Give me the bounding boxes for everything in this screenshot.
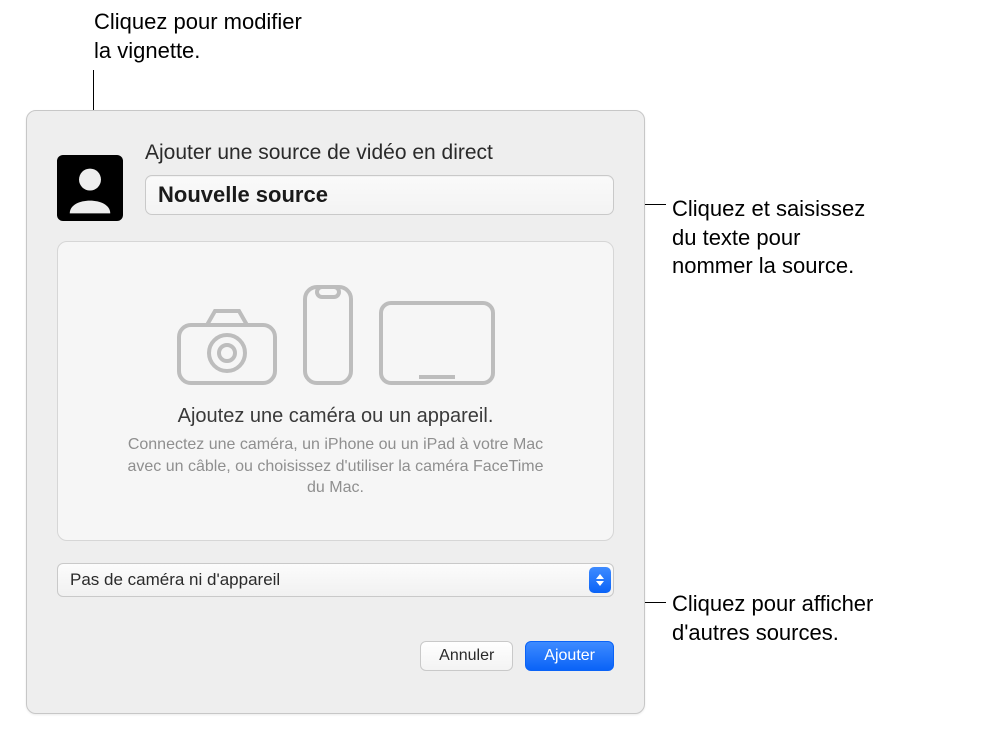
person-icon [63,161,117,215]
thumbnail-avatar[interactable] [57,155,123,221]
device-icons [175,283,497,387]
phone-icon [301,283,355,387]
dialog-title: Ajouter une source de vidéo en direct [145,141,614,165]
dropdown-selected-label: Pas de caméra ni d'appareil [70,570,589,590]
preview-area: Ajoutez une caméra ou un appareil. Conne… [57,241,614,541]
callout-show-sources: Cliquez pour afficherd'autres sources. [672,590,873,647]
source-name-input[interactable] [145,175,614,215]
preview-body: Connectez une caméra, un iPhone ou un iP… [126,434,546,499]
updown-chevron-icon [589,567,611,593]
callout-name-source: Cliquez et saisissezdu texte pournommer … [672,195,865,281]
callout-edit-thumbnail: Cliquez pour modifierla vignette. [94,8,302,65]
dialog-buttons: Annuler Ajouter [57,641,614,671]
add-video-source-dialog: Ajouter une source de vidéo en direct Aj… [26,110,645,714]
add-button[interactable]: Ajouter [525,641,614,671]
dialog-header: Ajouter une source de vidéo en direct [57,141,614,221]
cancel-button[interactable]: Annuler [420,641,513,671]
camera-icon [175,305,279,387]
tablet-icon [377,299,497,387]
preview-heading: Ajoutez une caméra ou un appareil. [178,405,494,428]
source-dropdown[interactable]: Pas de caméra ni d'appareil [57,563,614,597]
